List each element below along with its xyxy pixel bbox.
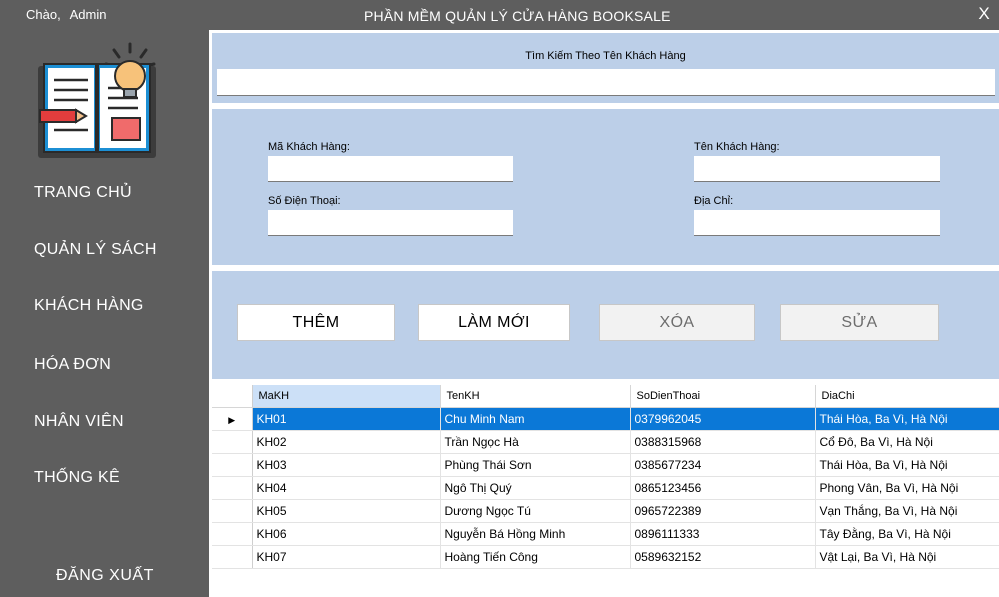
customer-grid[interactable]: MaKH TenKH SoDienThoai DiaChi ▶ KH01 Chu…	[212, 385, 999, 597]
cell-tenkh[interactable]: Phùng Thái Sơn	[440, 453, 631, 477]
row-header[interactable]	[212, 430, 253, 454]
logout-button[interactable]: ĐĂNG XUẤT	[56, 567, 154, 585]
phone-field[interactable]	[268, 210, 513, 236]
nav-nhan-vien[interactable]: NHÂN VIÊN	[34, 413, 124, 431]
column-header-sodienthoai[interactable]: SoDienThoai	[630, 385, 816, 408]
row-header-corner[interactable]	[212, 385, 253, 408]
table-row[interactable]: ▶ KH01 Chu Minh Nam 0379962045 Thái Hòa,…	[212, 407, 999, 431]
customer-name-label: Tên Khách Hàng:	[694, 141, 780, 153]
cell-tenkh[interactable]: Dương Ngọc Tú	[440, 499, 631, 523]
add-button[interactable]: THÊM	[237, 304, 395, 341]
cell-sodienthoai[interactable]: 0589632152	[630, 545, 816, 569]
cell-diachi[interactable]: Vật Lại, Ba Vì, Hà Nội	[815, 545, 999, 569]
cell-diachi[interactable]: Vạn Thắng, Ba Vì, Hà Nội	[815, 499, 999, 523]
cell-tenkh[interactable]: Nguyễn Bá Hồng Minh	[440, 522, 631, 546]
cell-diachi[interactable]: Cổ Đô, Ba Vì, Hà Nội	[815, 430, 999, 454]
grid-header-row: MaKH TenKH SoDienThoai DiaChi	[212, 385, 999, 408]
username: Admin	[69, 7, 107, 22]
cell-makh[interactable]: KH03	[252, 453, 441, 477]
column-header-diachi[interactable]: DiaChi	[815, 385, 999, 408]
row-header[interactable]	[212, 545, 253, 569]
customer-id-label: Mã Khách Hàng:	[268, 141, 350, 153]
cell-tenkh[interactable]: Chu Minh Nam	[440, 407, 631, 431]
search-input[interactable]	[217, 69, 995, 96]
table-row[interactable]: KH06 Nguyễn Bá Hồng Minh 0896111333 Tây …	[212, 522, 999, 546]
close-button[interactable]: X	[974, 4, 994, 24]
table-row[interactable]: KH07 Hoàng Tiến Công 0589632152 Vật Lại,…	[212, 545, 999, 569]
cell-sodienthoai[interactable]: 0865123456	[630, 476, 816, 500]
row-header[interactable]	[212, 453, 253, 477]
cell-tenkh[interactable]: Ngô Thị Quý	[440, 476, 631, 500]
refresh-button[interactable]: LÀM MỚI	[418, 304, 570, 341]
cell-makh[interactable]: KH02	[252, 430, 441, 454]
search-label: Tìm Kiếm Theo Tên Khách Hàng	[525, 50, 686, 62]
sidebar: TRANG CHỦ QUẢN LÝ SÁCH KHÁCH HÀNG HÓA ĐƠ…	[0, 30, 209, 597]
cell-diachi[interactable]: Thái Hòa, Ba Vì, Hà Nội	[815, 407, 999, 431]
action-buttons-panel: THÊM LÀM MỚI XÓA SỬA	[212, 271, 999, 379]
nav-khach-hang[interactable]: KHÁCH HÀNG	[34, 297, 144, 315]
cell-makh[interactable]: KH06	[252, 522, 441, 546]
table-row[interactable]: KH04 Ngô Thị Quý 0865123456 Phong Vân, B…	[212, 476, 999, 500]
customer-id-field[interactable]	[268, 156, 513, 182]
greeting: Chào, Admin	[26, 7, 112, 22]
nav-thong-ke[interactable]: THỐNG KÊ	[34, 469, 120, 487]
main-content: Tìm Kiếm Theo Tên Khách Hàng Mã Khách Hà…	[209, 30, 999, 597]
cell-tenkh[interactable]: Hoàng Tiến Công	[440, 545, 631, 569]
cell-sodienthoai[interactable]: 0379962045	[630, 407, 816, 431]
delete-button[interactable]: XÓA	[599, 304, 755, 341]
cell-makh[interactable]: KH01	[252, 407, 441, 431]
row-header[interactable]	[212, 499, 253, 523]
customer-form-panel: Mã Khách Hàng: Tên Khách Hàng: Số Điện T…	[212, 109, 999, 265]
nav-trang-chu[interactable]: TRANG CHỦ	[34, 184, 132, 202]
cell-sodienthoai[interactable]: 0965722389	[630, 499, 816, 523]
address-field[interactable]	[694, 210, 940, 236]
greeting-text: Chào,	[26, 7, 61, 22]
table-row[interactable]: KH03 Phùng Thái Sơn 0385677234 Thái Hòa,…	[212, 453, 999, 477]
column-header-tenkh[interactable]: TenKH	[440, 385, 631, 408]
cell-sodienthoai[interactable]: 0896111333	[630, 522, 816, 546]
table-row[interactable]: KH02 Trần Ngọc Hà 0388315968 Cổ Đô, Ba V…	[212, 430, 999, 454]
customer-name-field[interactable]	[694, 156, 940, 182]
cell-makh[interactable]: KH05	[252, 499, 441, 523]
search-panel: Tìm Kiếm Theo Tên Khách Hàng	[212, 33, 999, 103]
book-lightbulb-icon	[38, 42, 156, 158]
cell-diachi[interactable]: Phong Vân, Ba Vì, Hà Nội	[815, 476, 999, 500]
cell-makh[interactable]: KH07	[252, 545, 441, 569]
row-header[interactable]: ▶	[212, 407, 253, 431]
title-bar: Chào, Admin PHẦN MỀM QUẢN LÝ CỬA HÀNG BO…	[0, 0, 999, 30]
edit-button[interactable]: SỬA	[780, 304, 939, 341]
nav-quan-ly-sach[interactable]: QUẢN LÝ SÁCH	[34, 241, 157, 259]
address-label: Địa Chỉ:	[694, 195, 734, 207]
column-header-makh[interactable]: MaKH	[252, 385, 441, 408]
cell-sodienthoai[interactable]: 0388315968	[630, 430, 816, 454]
phone-label: Số Điện Thoại:	[268, 195, 341, 207]
nav-hoa-don[interactable]: HÓA ĐƠN	[34, 356, 111, 374]
current-row-arrow-icon: ▶	[228, 415, 236, 425]
cell-diachi[interactable]: Tây Đằng, Ba Vì, Hà Nội	[815, 522, 999, 546]
table-row[interactable]: KH05 Dương Ngọc Tú 0965722389 Vạn Thắng,…	[212, 499, 999, 523]
cell-tenkh[interactable]: Trần Ngọc Hà	[440, 430, 631, 454]
cell-diachi[interactable]: Thái Hòa, Ba Vì, Hà Nội	[815, 453, 999, 477]
row-header[interactable]	[212, 476, 253, 500]
cell-sodienthoai[interactable]: 0385677234	[630, 453, 816, 477]
row-header[interactable]	[212, 522, 253, 546]
app-title: PHẦN MỀM QUẢN LÝ CỬA HÀNG BOOKSALE	[364, 8, 671, 24]
cell-makh[interactable]: KH04	[252, 476, 441, 500]
